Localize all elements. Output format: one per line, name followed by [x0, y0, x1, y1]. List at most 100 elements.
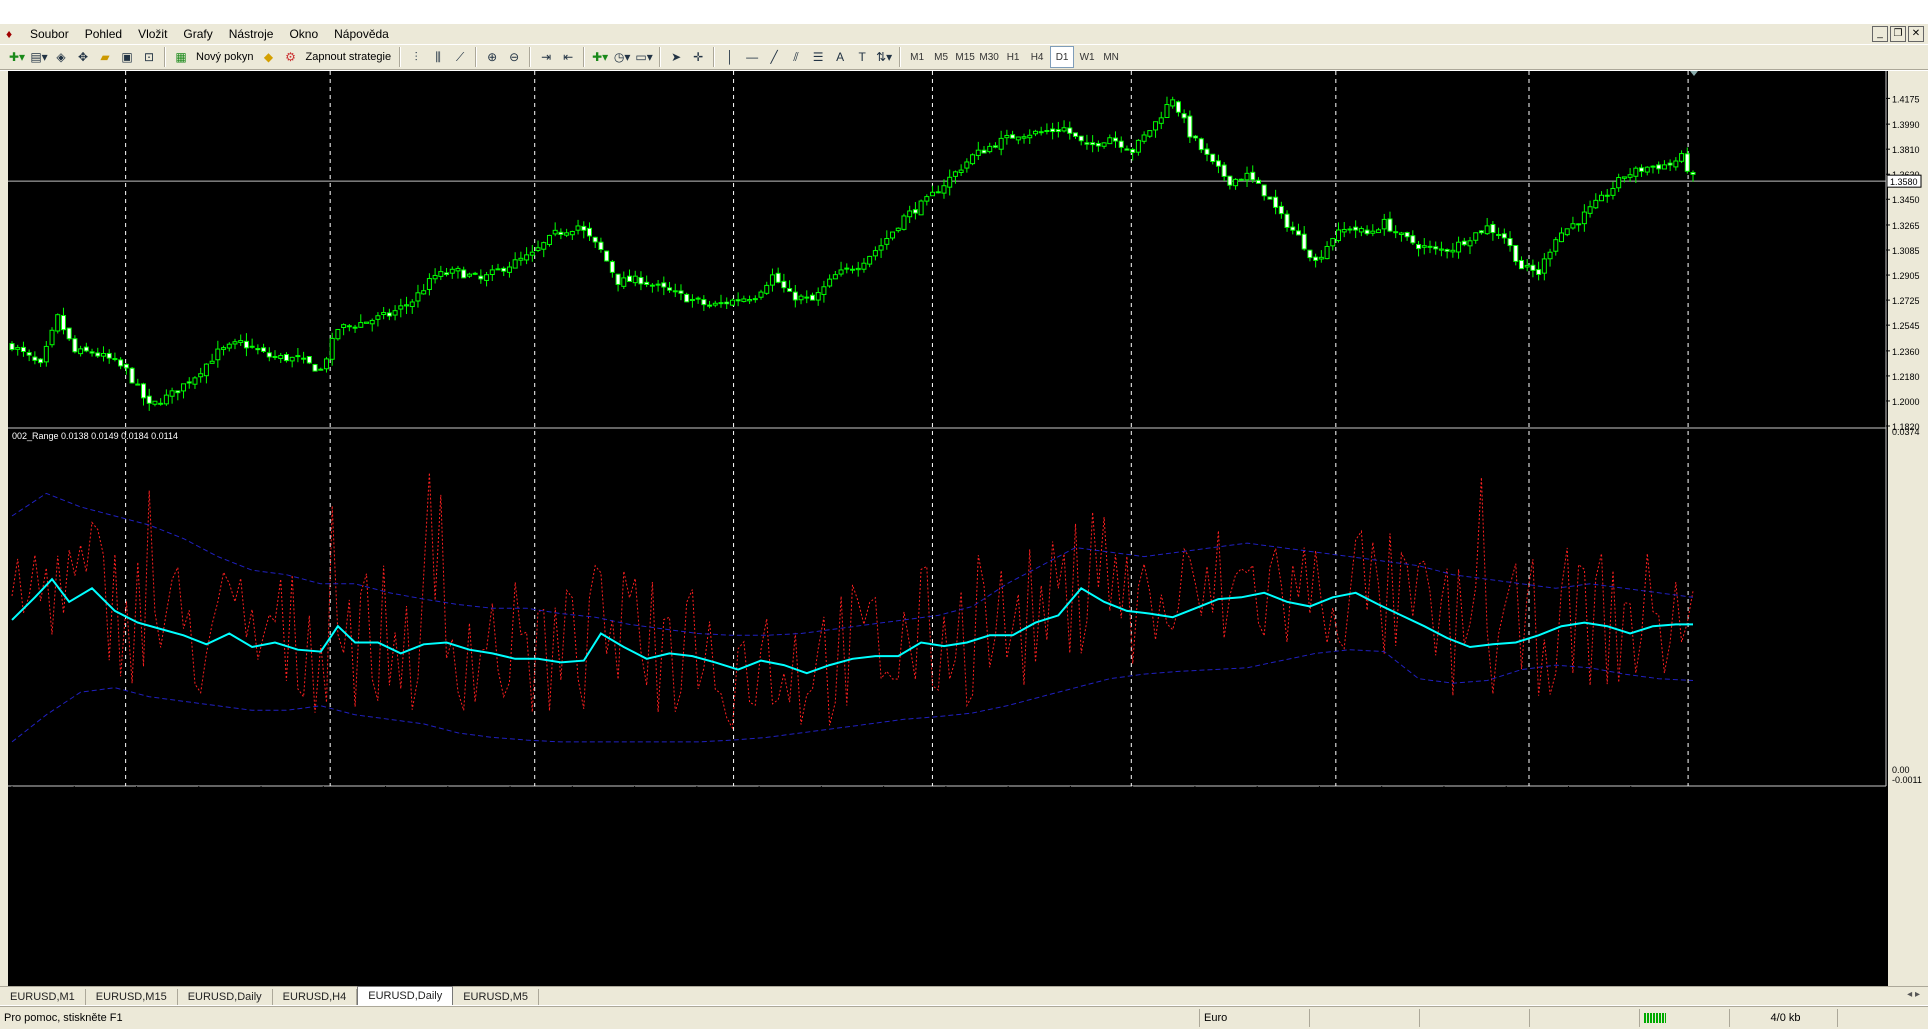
tab-eurusd-daily[interactable]: EURUSD,Daily [178, 989, 273, 1005]
candle-body [1427, 245, 1433, 248]
folder-icon[interactable]: ▰ [95, 47, 115, 67]
new-order-icon[interactable]: ▦ [171, 47, 191, 67]
candle-body [1101, 142, 1107, 147]
minimize-icon[interactable]: _ [1872, 26, 1888, 42]
tab-eurusd-daily-active[interactable]: EURUSD,Daily [357, 986, 454, 1005]
cursor-icon[interactable]: ➤ [666, 47, 686, 67]
timeframe-m1[interactable]: M1 [906, 47, 928, 67]
line-chart-icon[interactable]: ⟋ [450, 47, 470, 67]
indicator-tick-label: 0.00 [1892, 765, 1910, 775]
candle-body [1141, 134, 1147, 142]
trendline-icon[interactable]: ╱ [764, 47, 784, 67]
status-bar: Pro pomoc, stiskněte F1 Euro 4/0 kb [0, 1006, 1928, 1029]
timeframe-mn[interactable]: MN [1100, 47, 1122, 67]
indicators-icon[interactable]: ✚▾ [590, 47, 610, 67]
arrows-icon[interactable]: ⇅▾ [874, 47, 894, 67]
candle-body [289, 356, 295, 362]
fibonacci-icon[interactable]: ☰ [808, 47, 828, 67]
candle-body [398, 305, 404, 310]
candle-body [518, 257, 524, 261]
candle-body [775, 272, 781, 283]
auto-scroll-icon[interactable]: ⇥ [536, 47, 556, 67]
time-tick-label: 2 Feb 2011 [1631, 792, 1676, 802]
market-watch-icon[interactable]: ◈ [51, 47, 71, 67]
candle-body [981, 149, 987, 154]
periods-icon[interactable]: ◷▾ [612, 47, 632, 67]
candle-body [1616, 177, 1622, 189]
restore-icon[interactable]: ❐ [1890, 26, 1906, 42]
tab-eurusd-m15[interactable]: EURUSD,M15 [86, 989, 178, 1005]
tab-eurusd-m1[interactable]: EURUSD,M1 [0, 989, 86, 1005]
price-tick-label: 1.4175 [1892, 94, 1920, 104]
tester-icon[interactable]: ⊡ [139, 47, 159, 67]
eurusd-daily-chart[interactable]: 002_Range 0.0138 0.0149 0.0184 0.0114 1.… [8, 71, 1928, 986]
candle-body [1621, 176, 1627, 179]
menu-okno[interactable]: Okno [281, 27, 326, 41]
metaeditor-icon[interactable]: ◆ [258, 47, 278, 67]
time-tick-label: 29 Jul 2010 [510, 792, 557, 802]
chart-shift-icon[interactable]: ⇤ [558, 47, 578, 67]
timeframe-h4[interactable]: H4 [1026, 47, 1048, 67]
tab-eurusd-m5[interactable]: EURUSD,M5 [453, 989, 540, 1005]
horizontal-line-icon[interactable]: — [742, 47, 762, 67]
timeframe-m30[interactable]: M30 [978, 47, 1000, 67]
indicator-tick-label: 0.0374 [1892, 427, 1920, 437]
menu-vlozit[interactable]: Vložit [130, 27, 175, 41]
text-icon[interactable]: A [830, 47, 850, 67]
timeframe-m5[interactable]: M5 [930, 47, 952, 67]
candle-body [266, 352, 272, 358]
menu-grafy[interactable]: Grafy [175, 27, 220, 41]
vertical-line-icon[interactable]: │ [720, 47, 740, 67]
tab-scroll-arrows[interactable]: ◂ ▸ [1907, 989, 1920, 1000]
candle-body [747, 299, 753, 302]
new-order-button[interactable]: Nový pokyn [193, 47, 256, 67]
timeframe-h1[interactable]: H1 [1002, 47, 1024, 67]
candle-body [912, 209, 918, 214]
time-tick-label: 25 May 2010 [74, 792, 126, 802]
candlestick-icon[interactable]: ⫼ [428, 47, 448, 67]
menu-pohled[interactable]: Pohled [77, 27, 130, 41]
text-label-icon[interactable]: T [852, 47, 872, 67]
tab-eurusd-h4[interactable]: EURUSD,H4 [273, 989, 358, 1005]
candle-body [769, 274, 775, 286]
candle-body [192, 377, 198, 385]
timeframe-d1[interactable]: D1 [1050, 46, 1075, 68]
candle-body [1341, 228, 1347, 233]
candle-body [1398, 232, 1404, 236]
candle-body [1330, 238, 1336, 247]
candle-body [1130, 148, 1136, 153]
terminal-icon[interactable]: ▣ [117, 47, 137, 67]
candle-body [1438, 248, 1444, 251]
bar-chart-icon[interactable]: ⫶ [406, 47, 426, 67]
candle-body [1461, 240, 1467, 246]
candle-body [609, 261, 615, 273]
templates-icon[interactable]: ▭▾ [634, 47, 654, 67]
candle-body [1410, 235, 1416, 244]
candle-body [318, 368, 324, 371]
menu-napoveda[interactable]: Nápověda [326, 27, 397, 41]
zoom-out-icon[interactable]: ⊖ [504, 47, 524, 67]
expert-advisors-icon[interactable]: ⚙ [280, 47, 300, 67]
close-icon[interactable]: ✕ [1908, 26, 1924, 42]
candle-body [1284, 213, 1290, 228]
candle-body [375, 315, 381, 320]
candle-body [1233, 178, 1239, 187]
candle-body [1673, 160, 1679, 168]
timeframe-m15[interactable]: M15 [954, 47, 976, 67]
candle-body [1587, 206, 1593, 214]
navigator-icon[interactable]: ✥ [73, 47, 93, 67]
menu-soubor[interactable]: Soubor [22, 27, 77, 41]
timeframe-w1[interactable]: W1 [1076, 47, 1098, 67]
candle-body [323, 358, 329, 370]
candle-body [1324, 245, 1330, 260]
candle-body [472, 272, 478, 275]
candle-body [221, 347, 227, 350]
crosshair-icon[interactable]: ✛ [688, 47, 708, 67]
candle-body [1513, 244, 1519, 262]
menu-nastroje[interactable]: Nástroje [221, 27, 282, 41]
zoom-in-icon[interactable]: ⊕ [482, 47, 502, 67]
new-chart-icon[interactable]: ✚▾ [7, 47, 27, 67]
profiles-icon[interactable]: ▤▾ [29, 47, 49, 67]
expert-advisors-button[interactable]: Zapnout strategie [302, 47, 394, 67]
equidistant-channel-icon[interactable]: ⫽ [786, 47, 806, 67]
